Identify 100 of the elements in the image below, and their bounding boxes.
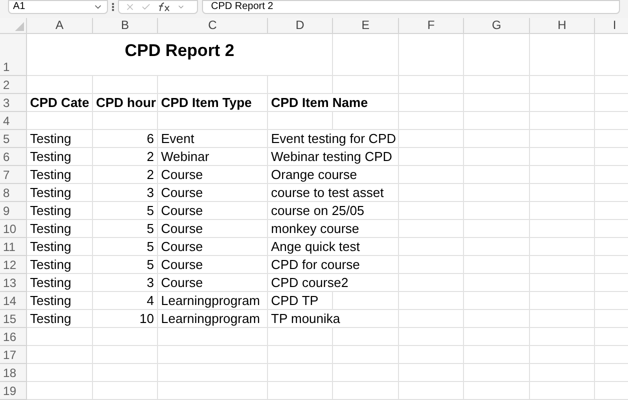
empty-cell	[268, 328, 333, 346]
row-header[interactable]: 12	[0, 256, 27, 274]
column-header[interactable]: H	[530, 18, 595, 34]
column-header[interactable]: C	[158, 18, 268, 34]
table-cell: course on 25/05	[268, 202, 399, 220]
empty-cell	[399, 274, 464, 292]
row-header[interactable]: 16	[0, 328, 27, 346]
row-header[interactable]: 17	[0, 346, 27, 364]
column-header[interactable]: B	[93, 18, 158, 34]
table-cell: Ange quick test	[268, 238, 399, 256]
empty-cell	[464, 256, 530, 274]
empty-cell	[93, 382, 158, 400]
empty-cell	[530, 292, 595, 310]
empty-cell	[268, 382, 333, 400]
empty-cell	[530, 220, 595, 238]
empty-cell	[399, 166, 464, 184]
empty-cell	[464, 364, 530, 382]
table-cell: Webinar	[158, 148, 268, 166]
table-cell: Testing	[27, 184, 93, 202]
table-cell: Course	[158, 184, 268, 202]
empty-cell	[464, 274, 530, 292]
table-cell: 3	[93, 274, 158, 292]
column-heading-cell: CPD Cate	[27, 94, 93, 112]
empty-cell	[268, 346, 333, 364]
empty-cell	[399, 382, 464, 400]
empty-cell	[464, 310, 530, 328]
empty-cell	[93, 112, 158, 130]
empty-cell	[399, 292, 464, 310]
empty-cell	[464, 166, 530, 184]
empty-cell	[93, 346, 158, 364]
table-cell: 2	[93, 148, 158, 166]
empty-cell	[464, 292, 530, 310]
row-header[interactable]: 18	[0, 364, 27, 382]
table-cell: 5	[93, 202, 158, 220]
table-cell: Orange course	[268, 166, 399, 184]
row-header[interactable]: 8	[0, 184, 27, 202]
empty-cell	[93, 364, 158, 382]
empty-cell	[399, 112, 464, 130]
row-header[interactable]: 10	[0, 220, 27, 238]
row-header[interactable]: 19	[0, 382, 27, 400]
empty-cell	[530, 328, 595, 346]
table-cell: Course	[158, 220, 268, 238]
empty-cell	[268, 364, 333, 382]
empty-cell	[268, 112, 333, 130]
empty-cell	[464, 130, 530, 148]
empty-cell	[530, 256, 595, 274]
column-header[interactable]: G	[464, 18, 530, 34]
table-cell: Testing	[27, 166, 93, 184]
column-header[interactable]: F	[399, 18, 464, 34]
table-cell: Learningprogram	[158, 310, 268, 328]
row-header[interactable]: 15	[0, 310, 27, 328]
empty-cell	[333, 292, 399, 310]
column-header[interactable]: E	[333, 18, 399, 34]
column-header[interactable]: D	[268, 18, 333, 34]
row-header[interactable]: 14	[0, 292, 27, 310]
row-header[interactable]: 13	[0, 274, 27, 292]
table-cell: Webinar testing CPD	[268, 148, 399, 166]
empty-cell	[399, 94, 464, 112]
table-cell: 5	[93, 238, 158, 256]
row-header[interactable]: 9	[0, 202, 27, 220]
row-header[interactable]: 5	[0, 130, 27, 148]
table-cell: TP mounika	[268, 310, 399, 328]
table-cell: course to test asset	[268, 184, 399, 202]
formula-field[interactable]: CPD Report 2	[202, 0, 620, 14]
column-heading-cell: CPD Item Name	[268, 94, 399, 112]
empty-cell	[399, 76, 464, 94]
empty-cell	[399, 220, 464, 238]
name-box[interactable]: A1	[8, 0, 108, 14]
empty-cell	[530, 346, 595, 364]
empty-cell	[530, 382, 595, 400]
empty-cell	[399, 328, 464, 346]
row-header[interactable]: 6	[0, 148, 27, 166]
table-cell: CPD for course	[268, 256, 399, 274]
enter-icon[interactable]	[141, 2, 151, 12]
column-header[interactable]: A	[27, 18, 93, 34]
cancel-icon[interactable]	[125, 2, 135, 12]
table-cell: Event testing for CPD	[268, 130, 399, 148]
table-cell: 5	[93, 256, 158, 274]
row-header[interactable]: 1	[0, 34, 27, 76]
empty-cell	[464, 148, 530, 166]
empty-cell	[530, 202, 595, 220]
row-header[interactable]: 3	[0, 94, 27, 112]
empty-cell	[464, 382, 530, 400]
empty-cell	[530, 364, 595, 382]
empty-cell	[530, 130, 595, 148]
row-header[interactable]: 2	[0, 76, 27, 94]
table-cell: 4	[93, 292, 158, 310]
empty-cell	[530, 76, 595, 94]
empty-cell	[464, 202, 530, 220]
column-header[interactable]: I	[595, 18, 628, 34]
corner-triangle-icon	[15, 22, 24, 31]
table-cell: Testing	[27, 148, 93, 166]
empty-cell	[530, 166, 595, 184]
empty-cell	[530, 310, 595, 328]
function-icon[interactable]	[157, 2, 171, 12]
row-header[interactable]: 11	[0, 238, 27, 256]
row-header[interactable]: 7	[0, 166, 27, 184]
table-cell: Course	[158, 238, 268, 256]
empty-cell	[399, 364, 464, 382]
row-header[interactable]: 4	[0, 112, 27, 130]
